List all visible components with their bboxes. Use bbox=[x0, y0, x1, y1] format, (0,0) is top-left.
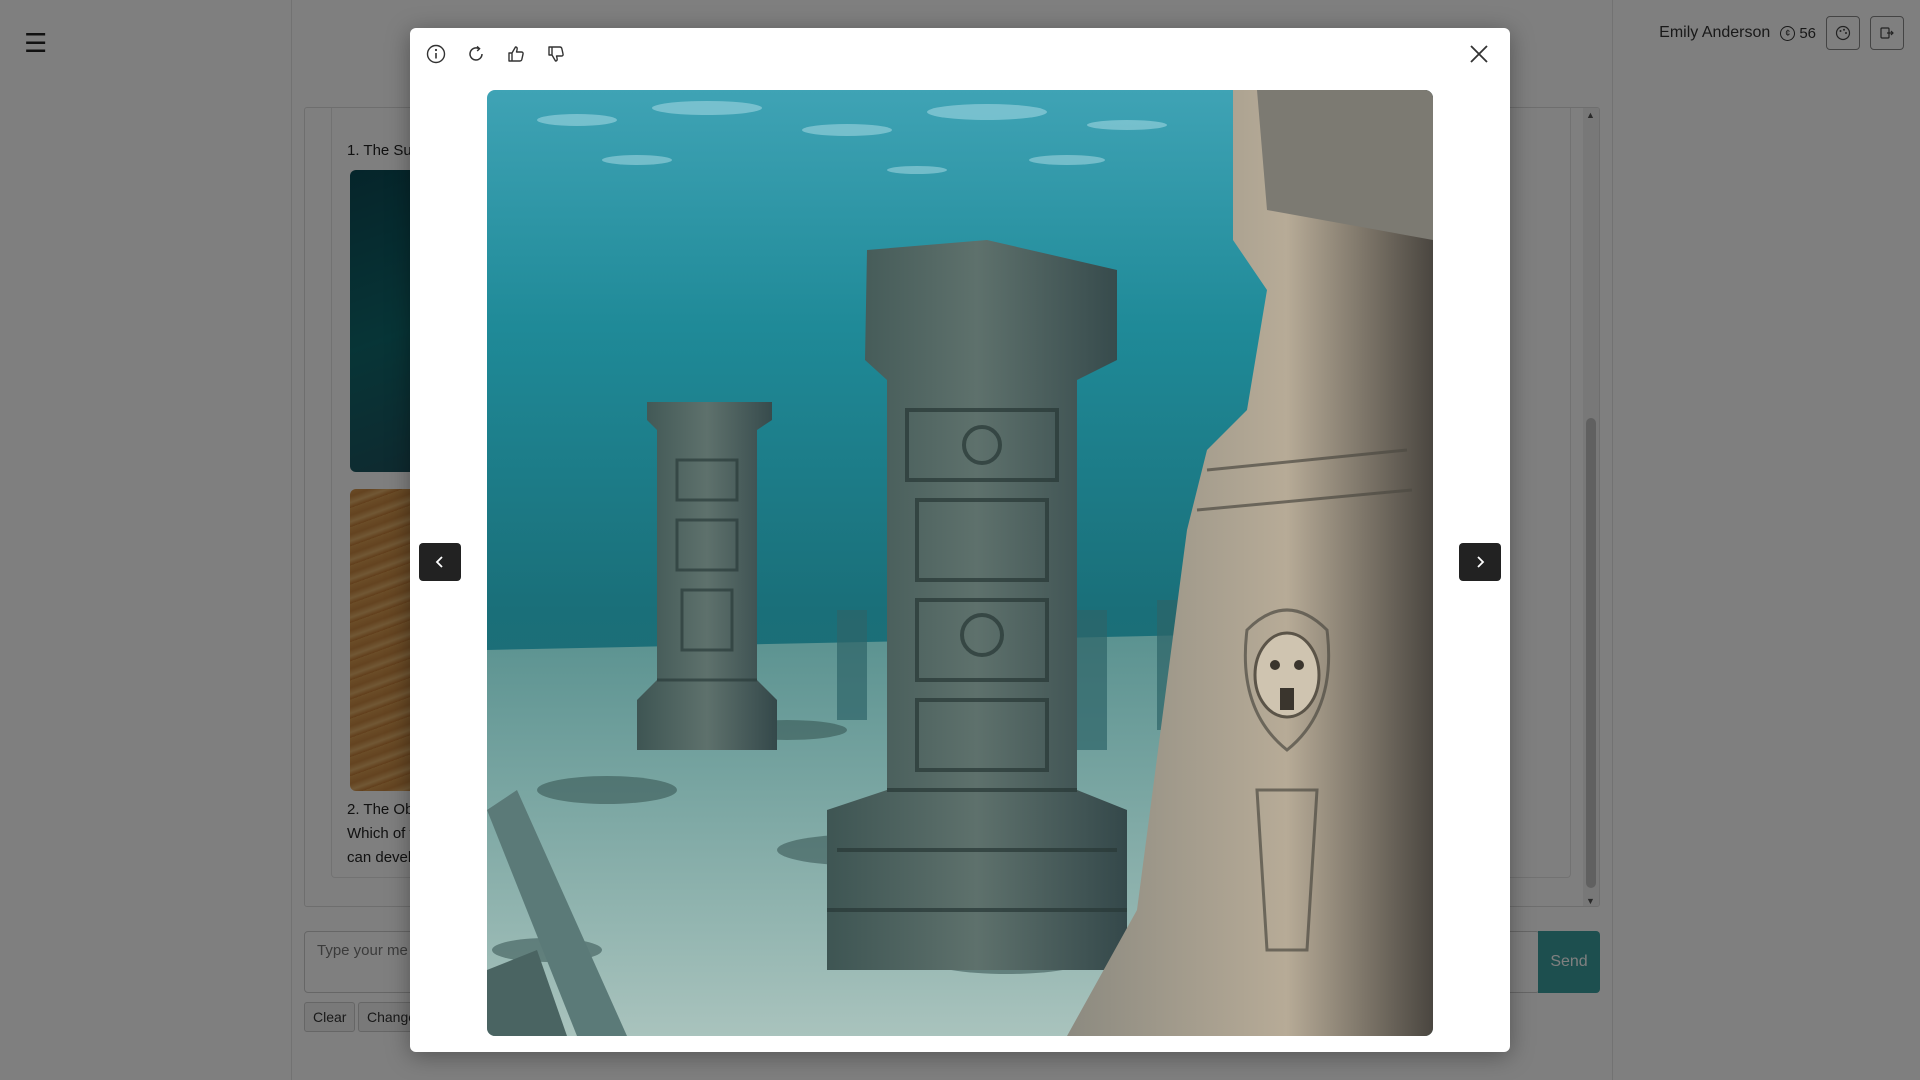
image-viewer-modal bbox=[410, 28, 1510, 1052]
close-icon[interactable] bbox=[1462, 37, 1496, 71]
thumbs-up-icon[interactable] bbox=[503, 41, 529, 67]
chevron-left-icon bbox=[435, 556, 443, 568]
chevron-right-icon bbox=[1477, 556, 1485, 568]
generated-image bbox=[487, 90, 1433, 1036]
refresh-icon[interactable] bbox=[463, 41, 489, 67]
previous-image-button[interactable] bbox=[419, 543, 461, 581]
thumbs-down-icon[interactable] bbox=[543, 41, 569, 67]
next-image-button[interactable] bbox=[1459, 543, 1501, 581]
info-icon[interactable] bbox=[423, 41, 449, 67]
